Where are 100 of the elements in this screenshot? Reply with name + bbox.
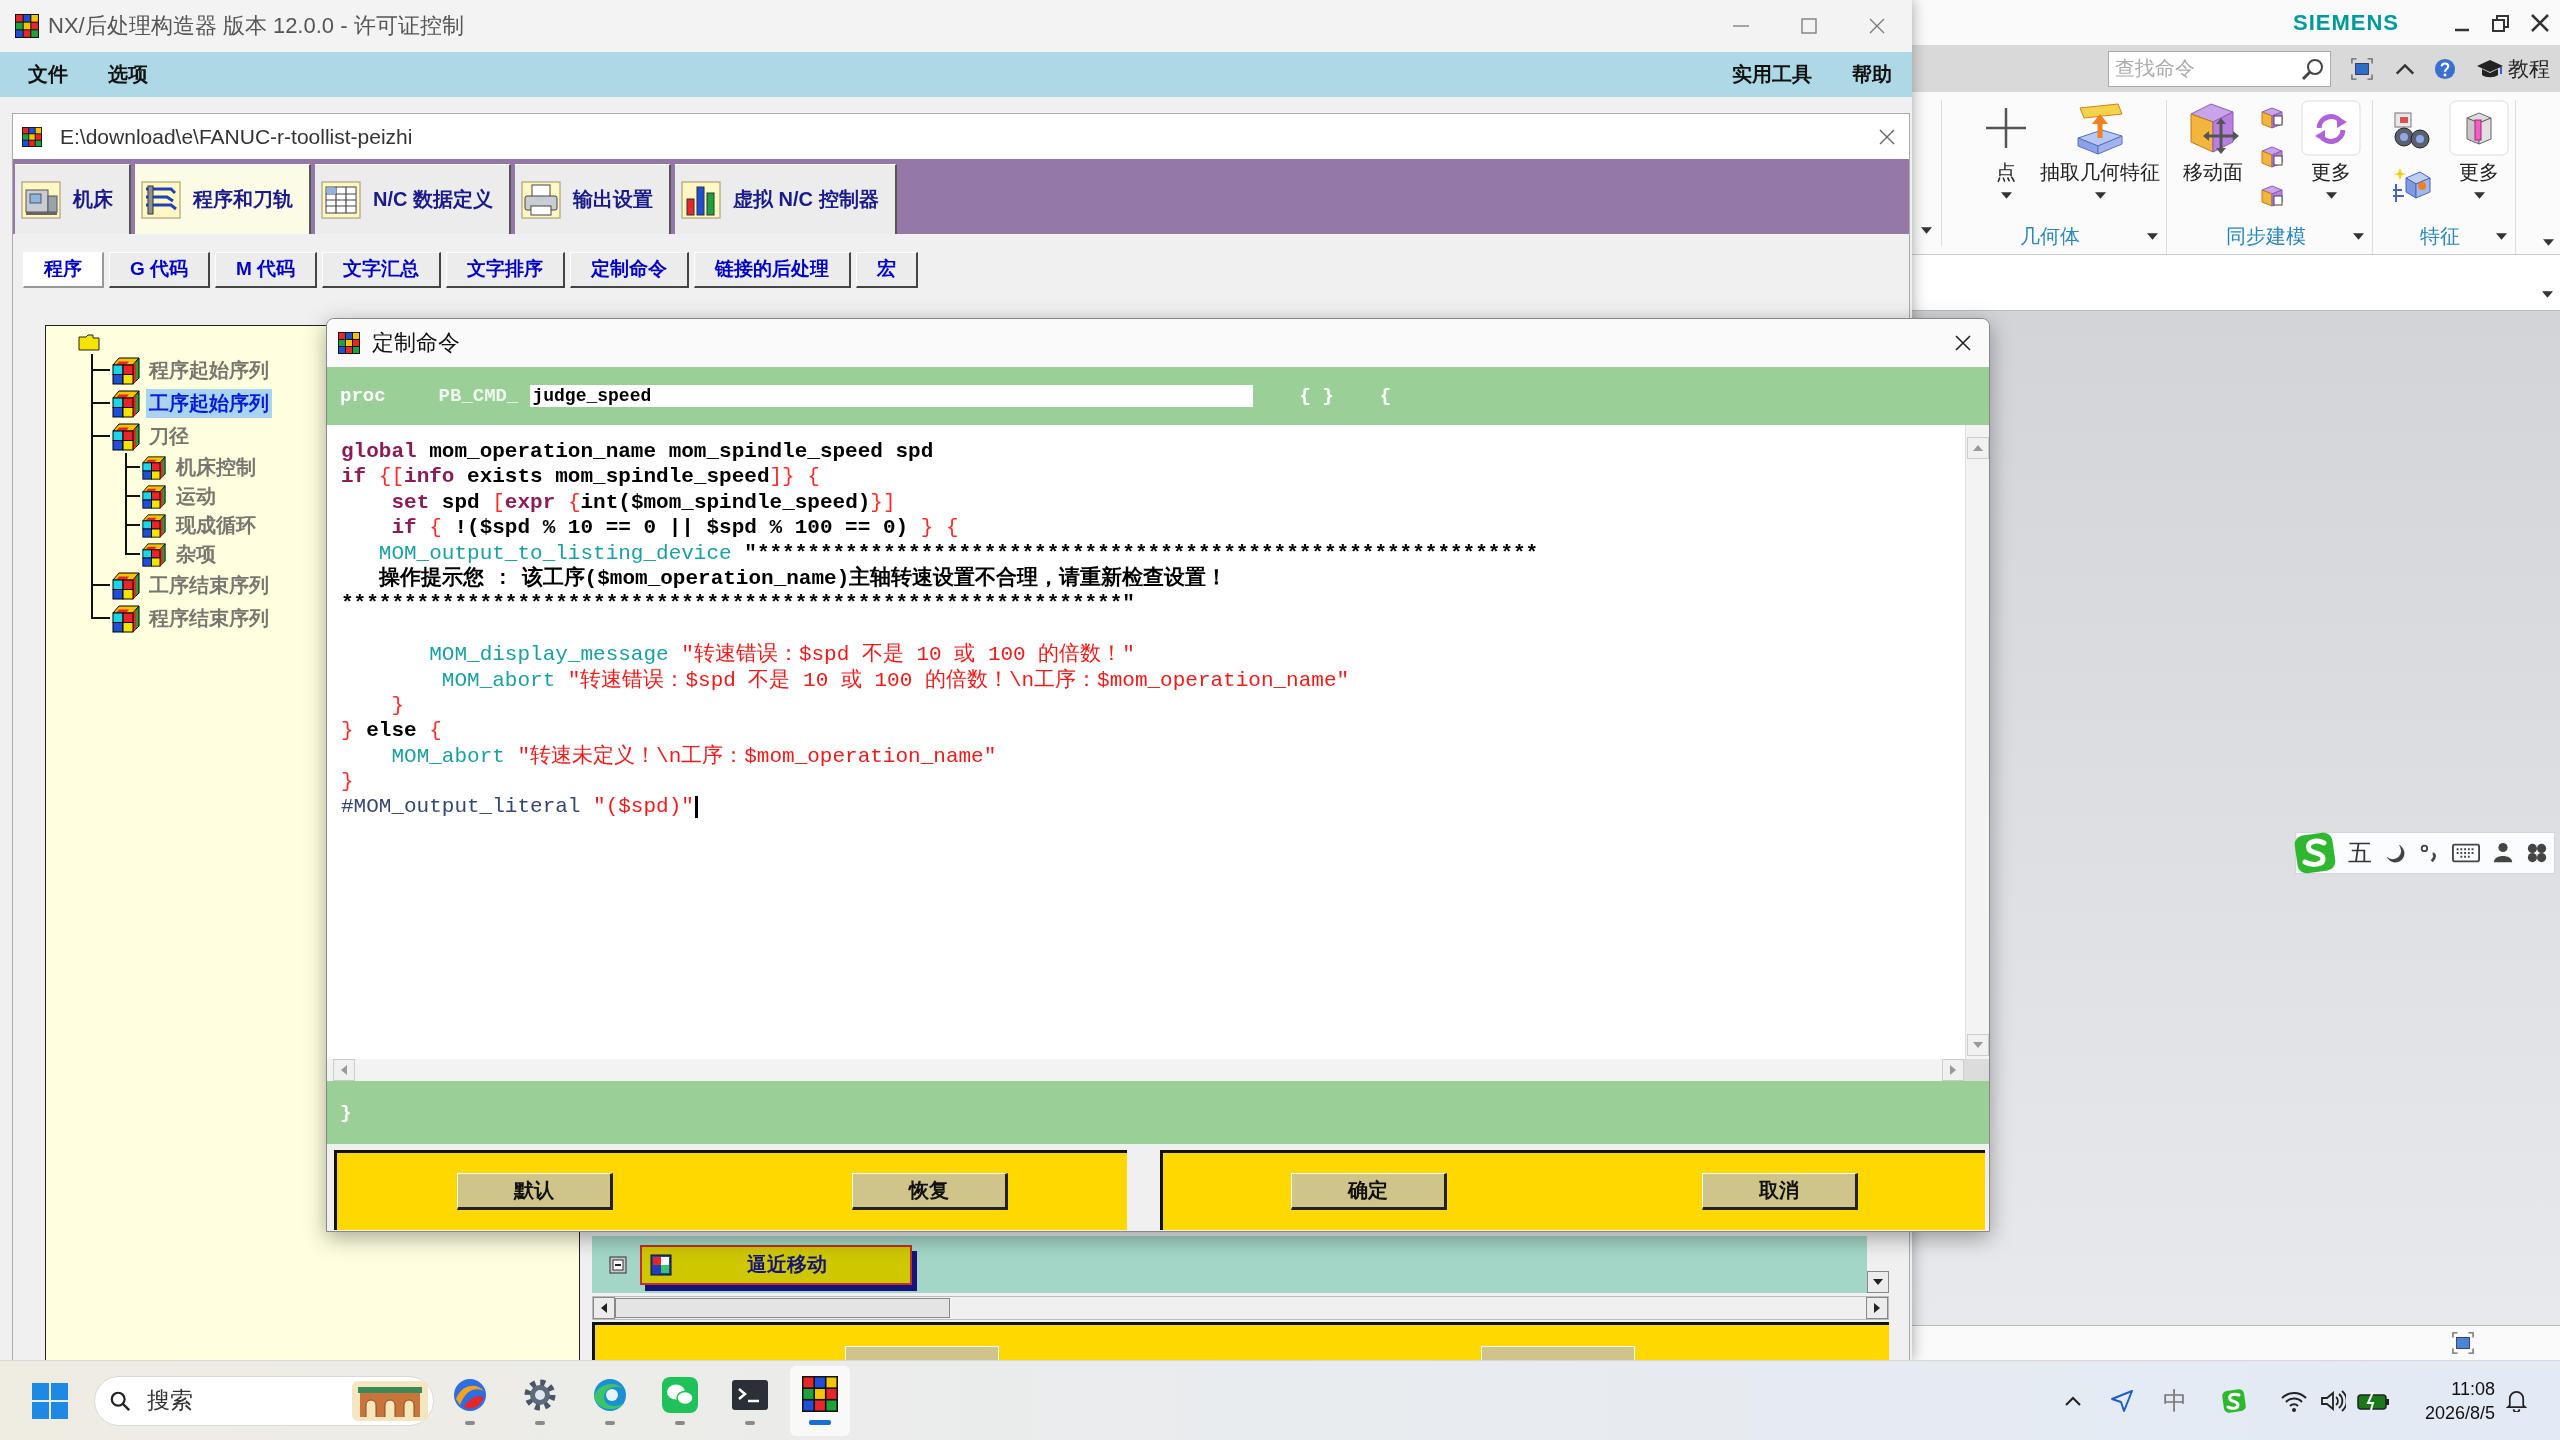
ribbon-group-label: 特征: [2420, 223, 2460, 249]
caret-icon[interactable]: [2094, 192, 2106, 199]
code-line: if {[info exists mom_spindle_speed]} {: [341, 464, 820, 490]
dialog-button[interactable]: 取消: [1701, 1173, 1858, 1210]
speaker-icon[interactable]: [2320, 1388, 2346, 1413]
tab[interactable]: 输出设置: [515, 164, 671, 234]
code-line: MOM_output_to_listing_device "**************************************************************: [378, 540, 1539, 565]
ribbon-button[interactable]: 移动面: [2183, 100, 2243, 186]
start-icon[interactable]: [32, 1382, 68, 1419]
language-indicator[interactable]: 中: [2163, 1384, 2187, 1417]
menu-item[interactable]: 帮助: [1852, 61, 1892, 88]
scroll-left-button[interactable]: [593, 1297, 615, 1319]
clock-time[interactable]: 11:08: [2451, 1377, 2495, 1400]
tab[interactable]: 虚拟 N/C 控制器: [675, 164, 897, 234]
subtab[interactable]: 链接的后处理: [694, 251, 852, 288]
scrollbar-track[interactable]: [592, 1296, 1889, 1320]
scroll-right-button[interactable]: [1866, 1297, 1888, 1319]
keyboard-icon[interactable]: [2452, 842, 2480, 864]
four-dots-icon[interactable]: [2526, 842, 2548, 864]
subtab[interactable]: M 代码: [215, 251, 318, 288]
caret-icon[interactable]: [2147, 232, 2158, 240]
ribbon-group-label: 同步建模: [2225, 223, 2306, 249]
ribbon-button[interactable]: 抽取几何特征: [2040, 100, 2160, 199]
subtab[interactable]: 文字汇总: [322, 251, 442, 288]
location-arrow-icon[interactable]: [2110, 1388, 2134, 1413]
code-line: #MOM_output_literal "($spd)": [341, 794, 694, 820]
subtab[interactable]: 程序: [23, 251, 104, 288]
caret-icon[interactable]: [1921, 227, 1932, 234]
app-indicator: [605, 1420, 615, 1425]
input-method-icon[interactable]: [2221, 1387, 2247, 1414]
ribbon-group-label: 几何体: [2020, 223, 2080, 249]
code-line: if { !($spd % 10 == 0 || $spd % 100 == 0) } {: [391, 515, 959, 541]
binoculars-icon[interactable]: [2392, 111, 2432, 149]
fit-view-icon[interactable]: [2351, 57, 2373, 80]
machine-tool-icon: [21, 180, 61, 219]
caret-icon[interactable]: [2000, 192, 2012, 199]
menu-item[interactable]: 文件: [28, 61, 68, 88]
caret-icon[interactable]: [2543, 239, 2554, 246]
args-text: { }: [1299, 385, 1334, 407]
ribbon-button[interactable]: 更多: [2449, 100, 2509, 199]
battery-icon[interactable]: [2357, 1390, 2390, 1411]
scroll-down-button[interactable]: [1867, 1271, 1889, 1293]
notification-bell-icon[interactable]: [2505, 1389, 2528, 1412]
code-line: MOM_display_message "转速错误：$spd 不是 10 或 100 的倍数！": [429, 642, 1135, 668]
tutorial-link[interactable]: 教程: [2508, 54, 2550, 83]
cube-icon: [112, 422, 140, 451]
fit-view-icon[interactable]: [2452, 1332, 2474, 1354]
cube-icon: [112, 604, 140, 633]
help-icon[interactable]: [2434, 57, 2456, 80]
subtab[interactable]: G 代码: [109, 251, 211, 288]
taskbar-app[interactable]: [790, 1365, 850, 1436]
close-icon[interactable]: [2530, 12, 2550, 33]
cube-icon: [112, 356, 140, 385]
caret-icon[interactable]: [2542, 291, 2553, 298]
ribbon-button[interactable]: 点: [1978, 100, 2034, 199]
subtab[interactable]: 定制命令: [570, 251, 690, 288]
menu-item[interactable]: 选项: [108, 61, 148, 88]
command-prefix: PB_CMD_: [438, 385, 519, 407]
menu-item[interactable]: 实用工具: [1732, 61, 1812, 88]
scrollbar-track[interactable]: [1867, 1236, 1889, 1293]
printer-icon: [521, 180, 561, 219]
subtab[interactable]: 宏: [856, 251, 919, 288]
cube-spark-icon[interactable]: [2392, 166, 2432, 204]
scrollbar-thumb[interactable]: [615, 1298, 950, 1318]
graduation-cap-icon[interactable]: [2476, 57, 2504, 80]
caret-icon[interactable]: [2353, 232, 2364, 240]
name-field[interactable]: judge_speed: [530, 385, 1254, 407]
close-icon[interactable]: [1954, 334, 1972, 352]
search-icon[interactable]: [2301, 56, 2325, 81]
proc-keyword: proc: [340, 385, 386, 407]
tab[interactable]: 机床: [15, 164, 131, 234]
dialog-button[interactable]: 确定: [1290, 1173, 1447, 1210]
clock-date[interactable]: 2026/8/5: [2424, 1401, 2495, 1424]
tab[interactable]: N/C 数据定义: [315, 164, 511, 234]
moon-icon[interactable]: [2384, 842, 2406, 864]
dialog-button[interactable]: 默认: [456, 1173, 613, 1210]
small-cube-icon[interactable]: [2260, 106, 2284, 130]
input-mode-text[interactable]: 五: [2348, 837, 2372, 869]
input-method-icon[interactable]: [2294, 831, 2338, 875]
caret-icon[interactable]: [2473, 192, 2485, 199]
small-cube-icon[interactable]: [2260, 184, 2284, 208]
search-field[interactable]: 查找命令: [2108, 50, 2331, 87]
window-title: 定制命令: [372, 329, 460, 357]
ribbon-button[interactable]: 更多: [2301, 100, 2361, 199]
folder-icon[interactable]: [78, 334, 100, 351]
subtab[interactable]: 文字排序: [446, 251, 566, 288]
caret-icon[interactable]: [2496, 232, 2507, 240]
tree-item[interactable]: 工序起始序列: [146, 389, 272, 418]
cube-icon: [142, 484, 166, 509]
search-icon: [109, 1389, 131, 1412]
restore-icon[interactable]: [2491, 12, 2511, 33]
code-editor[interactable]: [327, 425, 1965, 1059]
brand-text: SIEMENS: [2292, 9, 2399, 36]
dialog-button[interactable]: 恢复: [851, 1173, 1008, 1210]
collapse-icon[interactable]: [609, 1255, 627, 1274]
small-cube-icon[interactable]: [2260, 145, 2284, 169]
person-icon[interactable]: [2492, 842, 2514, 864]
tab[interactable]: 程序和刀轨: [135, 164, 311, 234]
caret-icon[interactable]: [2325, 192, 2337, 199]
color-grid-icon: [338, 332, 360, 354]
